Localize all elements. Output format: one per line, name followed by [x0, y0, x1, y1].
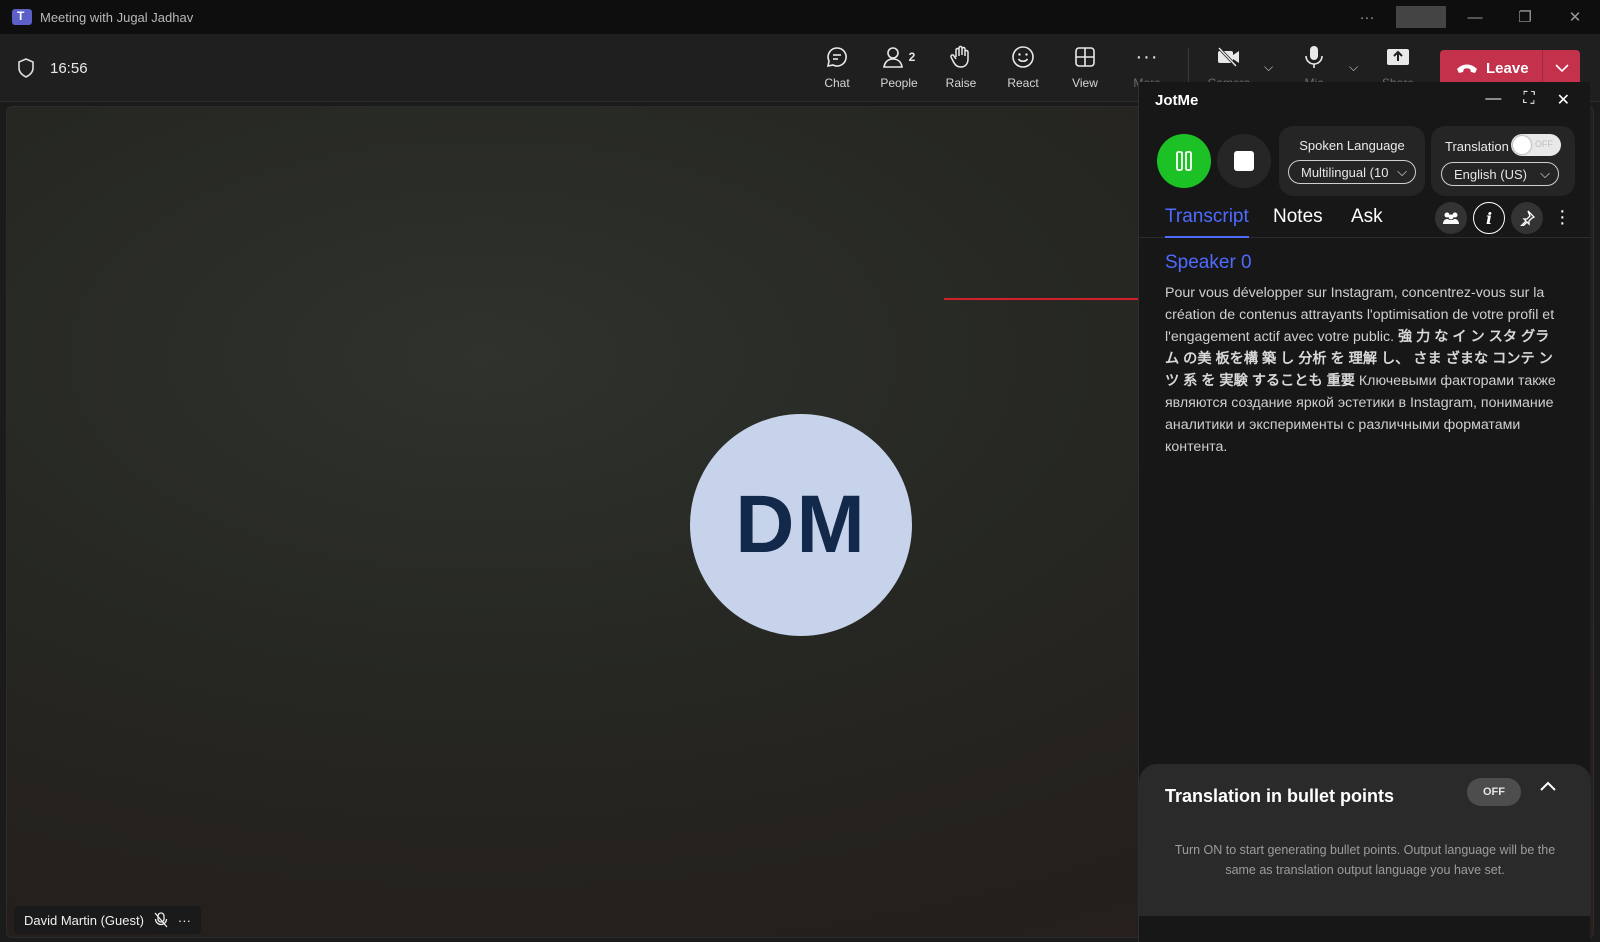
- react-button[interactable]: React: [995, 42, 1051, 90]
- bullet-points-card: Translation in bullet points OFF Turn ON…: [1139, 764, 1591, 916]
- annotation-arrow: [944, 293, 1152, 305]
- jotme-window-controls: — ⛶ ✕: [1485, 90, 1570, 110]
- raise-hand-icon: [950, 45, 969, 68]
- share-icon: [1387, 49, 1409, 65]
- window-title: Meeting with Jugal Jadhav: [40, 9, 194, 25]
- spoken-language-card: Spoken Language Multilingual (10 ⌵: [1279, 126, 1425, 196]
- bullet-points-title: Translation in bullet points: [1165, 786, 1395, 806]
- camera-chevron-down-icon[interactable]: ⌵: [1264, 60, 1273, 75]
- translation-language-select[interactable]: English (US) ⌵: [1441, 162, 1559, 186]
- view-label: View: [1072, 76, 1098, 90]
- mic-chevron-down-icon[interactable]: ⌵: [1349, 60, 1358, 75]
- restore-icon[interactable]: ❐: [1500, 8, 1550, 26]
- jotme-title: JotMe: [1155, 91, 1199, 109]
- react-label: React: [1007, 76, 1039, 90]
- more-options-icon[interactable]: ···: [1342, 9, 1392, 26]
- title-bar: Meeting with Jugal Jadhav ··· — ❐ ✕: [0, 0, 1600, 34]
- pin-icon[interactable]: [1511, 202, 1543, 234]
- leave-label: Leave: [1486, 59, 1529, 77]
- raise-label: Raise: [945, 76, 977, 90]
- participant-more-icon[interactable]: ···: [178, 913, 191, 928]
- minimize-icon[interactable]: —: [1450, 9, 1500, 26]
- microphone-icon: [1305, 46, 1323, 68]
- chevron-down-icon: ⌵: [1397, 164, 1407, 179]
- tab-notes[interactable]: Notes: [1273, 206, 1323, 236]
- chat-label: Chat: [824, 76, 850, 90]
- tab-transcript[interactable]: Transcript: [1165, 206, 1249, 238]
- ellipsis-icon: ···: [1135, 45, 1159, 68]
- toggle-knob: [1513, 136, 1531, 154]
- translation-toggle[interactable]: OFF: [1511, 134, 1561, 156]
- people-icon: [882, 47, 903, 68]
- view-button[interactable]: View: [1057, 42, 1113, 90]
- translation-language-value: English (US): [1454, 166, 1527, 182]
- spoken-language-label: Spoken Language: [1299, 138, 1405, 153]
- leave-chevron-down-icon[interactable]: [1542, 50, 1580, 86]
- spoken-language-select[interactable]: Multilingual (10 ⌵: [1288, 160, 1416, 184]
- expand-icon[interactable]: ⛶: [1523, 90, 1534, 110]
- raise-hand-button[interactable]: Raise: [933, 42, 989, 90]
- hang-up-icon: [1457, 64, 1477, 73]
- kebab-menu-icon[interactable]: · · ·: [1559, 201, 1566, 233]
- close-icon[interactable]: ✕: [1550, 8, 1600, 26]
- camera-off-icon: [1217, 46, 1239, 68]
- chat-icon: [826, 47, 847, 68]
- jotme-tabs: Transcript Notes Ask i · · ·: [1139, 200, 1591, 238]
- chevron-down-icon: ⌵: [1540, 166, 1550, 181]
- stop-icon: [1234, 151, 1254, 171]
- people-button[interactable]: 2 People: [871, 42, 927, 90]
- mic-off-icon: [154, 912, 168, 928]
- avatar: DM: [690, 414, 912, 636]
- window-controls: ··· — ❐ ✕: [1342, 0, 1600, 34]
- info-icon[interactable]: i: [1473, 202, 1505, 234]
- shield-icon: [18, 58, 34, 78]
- chevron-up-icon[interactable]: [1539, 780, 1557, 792]
- leave-main[interactable]: Leave: [1440, 50, 1542, 86]
- translation-label: Translation: [1445, 139, 1509, 154]
- close-icon[interactable]: ✕: [1557, 90, 1570, 110]
- pause-icon: [1176, 151, 1192, 171]
- people-count: 2: [908, 50, 916, 64]
- speaker-label: Speaker 0: [1165, 252, 1252, 273]
- participant-name: David Martin (Guest): [24, 912, 144, 928]
- spoken-language-value: Multilingual (10: [1301, 164, 1389, 180]
- minimize-icon[interactable]: —: [1485, 90, 1501, 110]
- speakers-icon[interactable]: [1435, 202, 1467, 234]
- chat-button[interactable]: Chat: [809, 42, 865, 90]
- tab-ask[interactable]: Ask: [1351, 206, 1383, 236]
- meeting-timer: 16:56: [50, 60, 88, 77]
- translation-toggle-state: OFF: [1535, 139, 1553, 149]
- smiley-icon: [1012, 46, 1034, 68]
- bullet-points-toggle[interactable]: OFF: [1467, 778, 1521, 806]
- bullet-points-description: Turn ON to start generating bullet point…: [1174, 843, 1556, 877]
- transcript-text: Pour vous développer sur Instagram, conc…: [1165, 282, 1561, 458]
- people-label: People: [880, 76, 918, 90]
- translation-card: Translation OFF English (US) ⌵: [1431, 126, 1575, 196]
- jotme-header: JotMe — ⛶ ✕: [1139, 82, 1590, 118]
- stop-button[interactable]: [1217, 134, 1271, 188]
- jotme-controls: Spoken Language Multilingual (10 ⌵ Trans…: [1139, 126, 1591, 198]
- grid-view-icon: [1075, 47, 1095, 67]
- pause-button[interactable]: [1157, 134, 1211, 188]
- leave-button[interactable]: Leave: [1440, 50, 1580, 86]
- teams-icon: [12, 9, 32, 25]
- divider: [1396, 6, 1446, 28]
- participant-name-tag: David Martin (Guest) ···: [14, 906, 201, 934]
- jotme-panel: JotMe — ⛶ ✕ Spoken Language Multilingual…: [1138, 82, 1591, 942]
